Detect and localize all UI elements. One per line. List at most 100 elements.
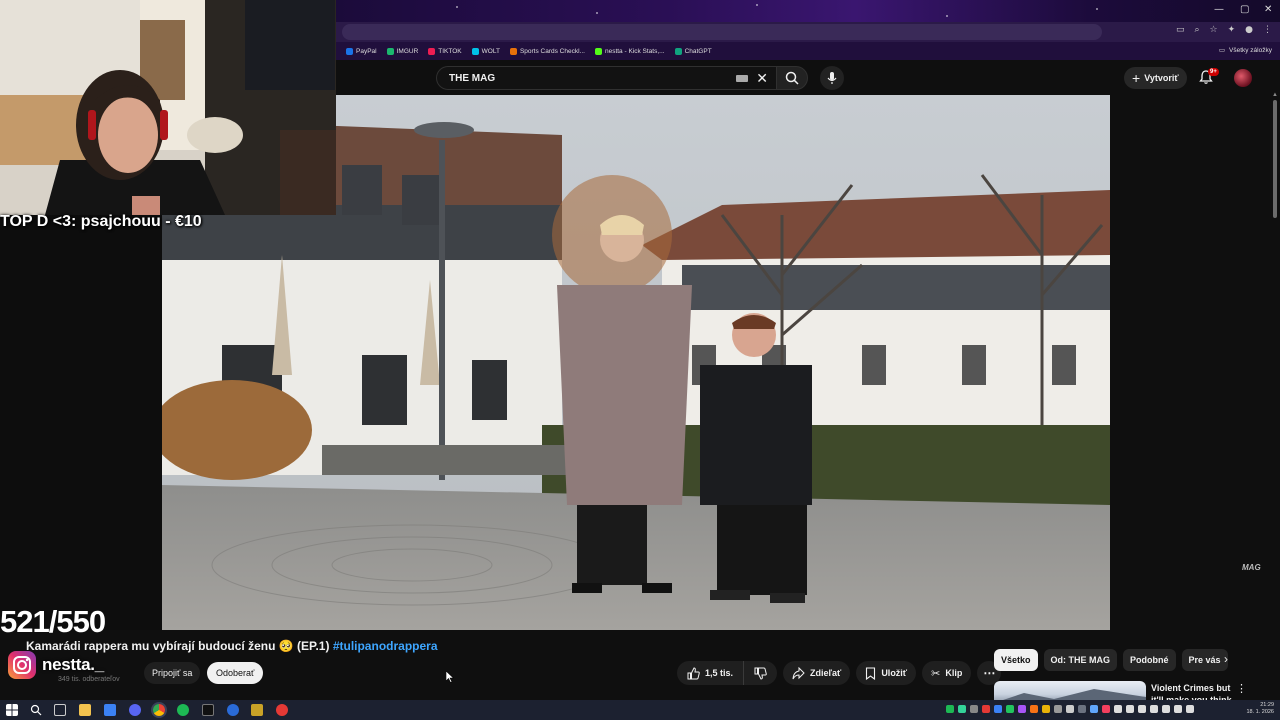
instagram-overlay: nestta._ bbox=[8, 651, 104, 679]
bookmark-chatgpt[interactable]: ChatGPT bbox=[674, 47, 712, 55]
like-button[interactable]: 1,5 tis. bbox=[677, 661, 745, 685]
tray-app-icon[interactable] bbox=[1114, 705, 1122, 713]
bookmark-wolt[interactable]: WOLT bbox=[471, 47, 500, 55]
clip-button[interactable]: ✂ Klip bbox=[922, 661, 972, 685]
bookmark-sports-cards[interactable]: Sports Cards Checkl... bbox=[509, 47, 585, 55]
recorder-icon[interactable] bbox=[276, 704, 288, 716]
taskbar-search-icon[interactable] bbox=[30, 704, 42, 716]
browser-toolbar-icons: ▭ ⌕ ☆ ✦ ● ⋮ bbox=[1176, 25, 1272, 35]
chip-all[interactable]: Všetko bbox=[994, 649, 1038, 671]
bookmark-imgur[interactable]: IMGUR bbox=[386, 47, 418, 55]
tray-app-icon[interactable] bbox=[1030, 705, 1038, 713]
tray-app-icon[interactable] bbox=[1018, 705, 1026, 713]
account-avatar[interactable] bbox=[1234, 69, 1252, 87]
discord-icon[interactable] bbox=[129, 704, 141, 716]
scrollbar-thumb[interactable] bbox=[1273, 100, 1277, 218]
menu-dots-icon[interactable]: ⋮ bbox=[1263, 25, 1272, 35]
file-explorer-icon[interactable] bbox=[79, 704, 91, 716]
webcam-feed bbox=[0, 0, 336, 215]
tray-app-icon[interactable] bbox=[1078, 705, 1086, 713]
tray-app-icon[interactable] bbox=[946, 705, 954, 713]
steam-icon[interactable] bbox=[227, 704, 239, 716]
chip-from-channel[interactable]: Od: THE MAG bbox=[1043, 649, 1118, 671]
dislike-button[interactable] bbox=[744, 661, 777, 685]
tray-app-icon[interactable] bbox=[1054, 705, 1062, 713]
tray-app-icon[interactable] bbox=[1006, 705, 1014, 713]
chip-for-you[interactable]: Pre vás bbox=[1181, 649, 1228, 671]
system-tray bbox=[946, 705, 1194, 713]
tray-app-icon[interactable] bbox=[982, 705, 990, 713]
store-icon[interactable] bbox=[104, 704, 116, 716]
tray-app-icon[interactable] bbox=[1090, 705, 1098, 713]
tray-app-icon[interactable] bbox=[1066, 705, 1074, 713]
chip-related[interactable]: Podobné bbox=[1123, 649, 1176, 671]
video-actions: 1,5 tis. Zdieľať Uložiť ✂ Klip ⋯ bbox=[677, 661, 1002, 685]
spotify-icon[interactable] bbox=[177, 704, 189, 716]
close-window-icon[interactable]: ✕ bbox=[1264, 4, 1272, 15]
taskbar: 21:29 18. 1. 2026 bbox=[0, 700, 1280, 720]
create-button[interactable]: + Vytvoriť bbox=[1124, 67, 1187, 89]
right-sidebar bbox=[1110, 95, 1280, 630]
webcam-overlay bbox=[0, 0, 336, 215]
all-bookmarks[interactable]: ▭ Všetky záložky bbox=[1219, 46, 1272, 55]
bookmark-tiktok[interactable]: TIKTOK bbox=[428, 47, 462, 55]
tray-app-icon[interactable] bbox=[1126, 705, 1134, 713]
tray-app-icon[interactable] bbox=[1042, 705, 1050, 713]
maximize-icon[interactable]: ▢ bbox=[1240, 4, 1249, 15]
sports-cards-icon bbox=[509, 47, 517, 55]
tiktok-icon bbox=[428, 47, 436, 55]
recommendation-menu-icon[interactable]: ⋮ bbox=[1236, 682, 1247, 695]
microphone-icon bbox=[827, 72, 837, 84]
zoom-icon[interactable]: ⌕ bbox=[1194, 25, 1199, 35]
left-panel bbox=[0, 215, 162, 630]
like-dislike-group: 1,5 tis. bbox=[677, 661, 778, 685]
browser-tabstrip: — ▢ ✕ bbox=[336, 0, 1280, 22]
chrome-icon[interactable] bbox=[153, 704, 165, 716]
profile-icon[interactable]: ● bbox=[1245, 25, 1253, 35]
task-view-icon[interactable] bbox=[54, 704, 66, 716]
save-button[interactable]: Uložiť bbox=[856, 661, 917, 685]
channel-watermark[interactable]: MAG bbox=[1242, 563, 1261, 572]
tray-app-icon[interactable] bbox=[970, 705, 978, 713]
install-icon[interactable]: ▭ bbox=[1176, 25, 1185, 35]
instagram-handle: nestta._ bbox=[42, 655, 104, 674]
tray-app-icon[interactable] bbox=[1150, 705, 1158, 713]
address-bar: ▭ ⌕ ☆ ✦ ● ⋮ bbox=[336, 22, 1280, 42]
clear-search-icon[interactable]: ✕ bbox=[756, 70, 768, 86]
tray-app-icon[interactable] bbox=[1174, 705, 1182, 713]
clock[interactable]: 21:29 18. 1. 2026 bbox=[1246, 702, 1274, 716]
recommendation-chips: Všetko Od: THE MAG Podobné Pre vás bbox=[994, 649, 1228, 671]
plus-icon: + bbox=[1132, 70, 1141, 86]
imgur-icon bbox=[386, 47, 394, 55]
hashtag-link[interactable]: #tulipanodrappera bbox=[333, 639, 438, 653]
search-query: THE MAG bbox=[449, 73, 496, 84]
bookmark-kick-stats[interactable]: nestta - Kick Stats,... bbox=[594, 47, 665, 55]
keyboard-icon[interactable] bbox=[736, 75, 748, 82]
voice-search-button[interactable] bbox=[820, 66, 844, 90]
capcut-icon[interactable] bbox=[202, 704, 214, 716]
extensions-icon[interactable]: ✦ bbox=[1228, 25, 1236, 35]
bookmark-star-icon[interactable]: ☆ bbox=[1210, 25, 1218, 35]
unsubscribe-button[interactable]: Odoberať bbox=[207, 662, 264, 684]
youtube-header: THE MAG ✕ + Vytvoriť 9+ bbox=[336, 60, 1280, 95]
tray-app-icon[interactable] bbox=[958, 705, 966, 713]
tray-app-icon[interactable] bbox=[1138, 705, 1146, 713]
instagram-icon bbox=[8, 651, 36, 679]
bookmark-icon bbox=[866, 666, 876, 680]
top-donation-text: TOP D <3: psajchouu - €10 bbox=[0, 213, 202, 230]
tray-app-icon[interactable] bbox=[1186, 705, 1194, 713]
search-input[interactable]: THE MAG ✕ bbox=[436, 66, 776, 90]
minimize-icon[interactable]: — bbox=[1214, 4, 1224, 15]
tray-app-icon[interactable] bbox=[1102, 705, 1110, 713]
tray-app-icon[interactable] bbox=[994, 705, 1002, 713]
tray-app-icon[interactable] bbox=[1162, 705, 1170, 713]
chevron-right-icon[interactable]: › bbox=[1224, 652, 1228, 666]
windows-start-icon[interactable] bbox=[6, 704, 18, 716]
join-button[interactable]: Pripojiť sa bbox=[144, 662, 201, 684]
share-button[interactable]: Zdieľať bbox=[783, 661, 851, 685]
scroll-up-icon[interactable]: ▲ bbox=[1272, 92, 1278, 98]
app-icon[interactable] bbox=[251, 704, 263, 716]
search-button[interactable] bbox=[776, 66, 808, 90]
url-field[interactable] bbox=[342, 24, 1102, 40]
bookmark-paypal[interactable]: PayPal bbox=[346, 47, 377, 55]
